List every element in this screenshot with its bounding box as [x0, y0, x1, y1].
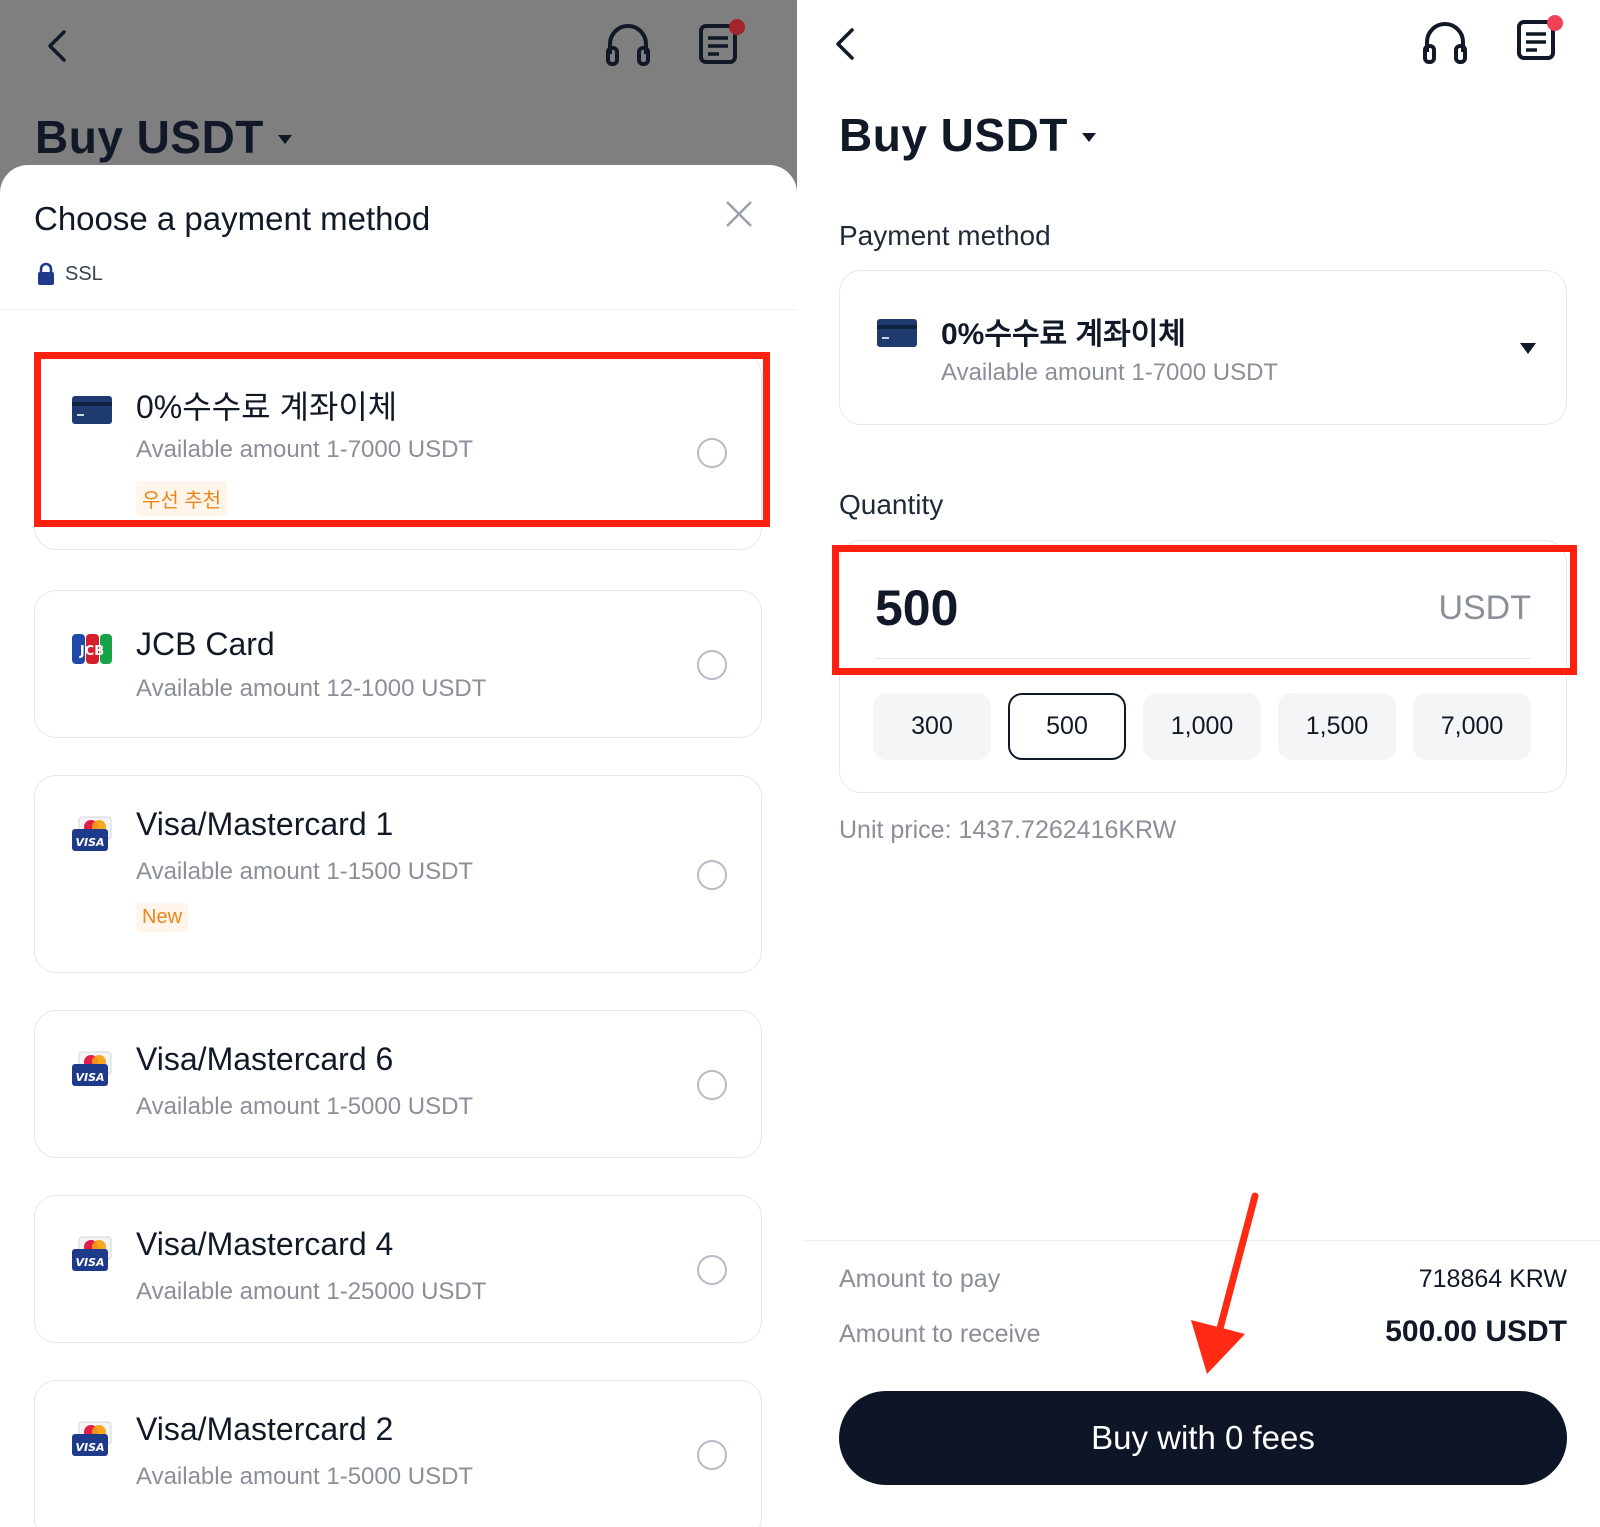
page-title: Buy USDT	[839, 109, 1068, 161]
right-screen: Buy USDT Payment method 0%수수료 계좌이체 Avail…	[803, 0, 1600, 1527]
orders-icon[interactable]	[1515, 14, 1567, 64]
preset-chip-1500[interactable]: 1,500	[1278, 693, 1396, 760]
headset-icon[interactable]	[1421, 18, 1469, 66]
ssl-label: SSL	[65, 262, 103, 285]
page-title: Buy USDT	[35, 111, 264, 163]
back-icon[interactable]	[42, 26, 72, 66]
caret-down-icon	[1081, 132, 1096, 142]
sheet-title: Choose a payment method	[34, 200, 431, 237]
method-radio[interactable]	[697, 438, 727, 468]
buy-button[interactable]: Buy with 0 fees	[839, 1391, 1567, 1485]
red-arrow-icon	[1191, 1192, 1259, 1374]
method-range: Available amount 1-1500 USDT	[136, 858, 474, 885]
method-range: Available amount 1-7000 USDT	[136, 436, 474, 463]
top-bar	[0, 0, 797, 100]
amount-to-receive-label: Amount to receive	[839, 1320, 1041, 1348]
method-range: Available amount 1-25000 USDT	[136, 1278, 487, 1305]
divider	[0, 309, 797, 310]
visa-mastercard-icon: VISA	[72, 1421, 112, 1456]
recommend-badge: 우선 추천	[136, 481, 228, 516]
svg-text:VISA: VISA	[75, 1071, 104, 1084]
back-icon[interactable]	[830, 24, 860, 64]
selected-method-range: Available amount 1-7000 USDT	[941, 359, 1279, 386]
currency-selector[interactable]: Buy USDT	[35, 110, 292, 164]
unit-price: Unit price: 1437.7262416KRW	[839, 816, 1177, 844]
payment-method-option[interactable]: JCB JCB Card Available amount 12-1000 US…	[34, 590, 762, 738]
preset-chip-300[interactable]: 300	[873, 693, 991, 760]
method-name: Visa/Mastercard 2	[136, 1411, 394, 1447]
jcb-icon: JCB	[72, 634, 112, 664]
payment-method-option[interactable]: 0%수수료 계좌이체 Available amount 1-7000 USDT …	[34, 353, 762, 550]
preset-chip-500[interactable]: 500	[1008, 693, 1126, 760]
payment-method-sheet: Choose a payment method SSL 0%수수료 계좌이체 A…	[0, 165, 797, 1527]
payment-method-option[interactable]: VISA Visa/Mastercard 1 Available amount …	[34, 775, 762, 973]
method-name: Visa/Mastercard 4	[136, 1226, 394, 1262]
method-radio[interactable]	[697, 1255, 727, 1285]
svg-text:VISA: VISA	[75, 836, 104, 849]
quantity-unit: USDT	[1438, 589, 1531, 627]
method-radio[interactable]	[697, 1440, 727, 1470]
visa-mastercard-icon: VISA	[72, 816, 112, 851]
dropdown-arrow-icon	[1520, 343, 1536, 354]
close-icon[interactable]	[722, 197, 756, 231]
svg-text:JCB: JCB	[79, 644, 104, 659]
input-underline	[875, 658, 1531, 659]
method-radio[interactable]	[697, 860, 727, 890]
visa-mastercard-icon: VISA	[72, 1236, 112, 1271]
left-screen: Buy USDT Choose a payment method SSL 0%수…	[0, 0, 797, 1527]
amount-to-pay-value: 718864 KRW	[1418, 1265, 1567, 1293]
bank-card-icon	[72, 396, 112, 424]
preset-chips: 300 500 1,000 1,500 7,000	[873, 693, 1531, 760]
quantity-label: Quantity	[839, 489, 944, 520]
top-bar	[803, 0, 1600, 100]
method-range: Available amount 1-5000 USDT	[136, 1093, 474, 1120]
payment-method-label: Payment method	[839, 220, 1051, 251]
new-badge: New	[136, 903, 189, 932]
method-radio[interactable]	[697, 650, 727, 680]
method-name: 0%수수료 계좌이체	[136, 389, 398, 425]
payment-method-option[interactable]: VISA Visa/Mastercard 6 Available amount …	[34, 1010, 762, 1158]
amount-to-pay-label: Amount to pay	[839, 1265, 1001, 1293]
method-range: Available amount 1-5000 USDT	[136, 1463, 474, 1490]
preset-chip-1000[interactable]: 1,000	[1143, 693, 1261, 760]
amount-to-receive-value: 500.00 USDT	[1385, 1315, 1567, 1348]
svg-text:VISA: VISA	[75, 1441, 104, 1454]
svg-text:VISA: VISA	[75, 1256, 104, 1269]
headset-icon[interactable]	[604, 20, 652, 68]
ssl-indicator: SSL	[36, 262, 103, 286]
method-name: Visa/Mastercard 1	[136, 806, 394, 842]
payment-method-option[interactable]: VISA Visa/Mastercard 2 Available amount …	[34, 1380, 762, 1527]
selected-method-name: 0%수수료 계좌이체	[941, 318, 1186, 351]
orders-icon[interactable]	[697, 18, 749, 68]
payment-method-option[interactable]: VISA Visa/Mastercard 4 Available amount …	[34, 1195, 762, 1343]
currency-selector[interactable]: Buy USDT	[839, 108, 1096, 162]
method-name: JCB Card	[136, 626, 275, 662]
quantity-box: 500 USDT 300 500 1,000 1,500 7,000	[839, 540, 1567, 793]
method-range: Available amount 12-1000 USDT	[136, 675, 487, 702]
quantity-input[interactable]: 500	[875, 579, 958, 637]
preset-chip-7000[interactable]: 7,000	[1413, 693, 1531, 760]
method-name: Visa/Mastercard 6	[136, 1041, 394, 1077]
method-radio[interactable]	[697, 1070, 727, 1100]
payment-method-select[interactable]: 0%수수료 계좌이체 Available amount 1-7000 USDT	[839, 270, 1567, 425]
bank-card-icon	[877, 319, 917, 347]
lock-icon	[38, 262, 54, 285]
caret-down-icon	[277, 134, 292, 144]
visa-mastercard-icon: VISA	[72, 1051, 112, 1086]
